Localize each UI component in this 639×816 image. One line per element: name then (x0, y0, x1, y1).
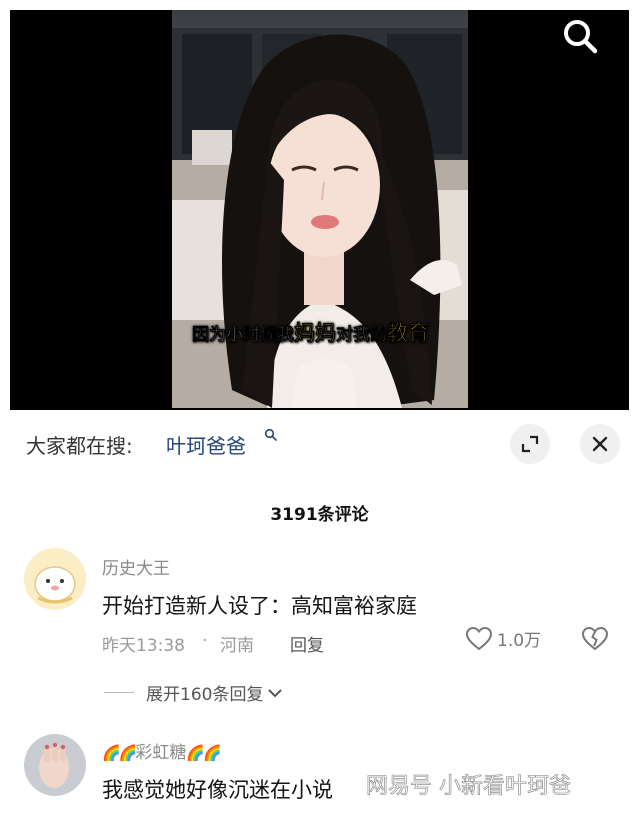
expand-replies-button[interactable]: 展开160条回复 (104, 680, 283, 705)
rainbow-emoji: 🌈🌈 (186, 744, 221, 762)
close-button[interactable] (580, 424, 620, 464)
dislike-button[interactable] (581, 626, 609, 655)
comment-location: 河南 (220, 636, 254, 656)
meta-separator: · (202, 631, 208, 651)
video-scene-illustration (172, 28, 468, 408)
comment-username[interactable]: 🌈🌈彩虹糖🌈🌈 (102, 738, 222, 763)
search-prefix-label: 大家都在搜: (26, 434, 133, 458)
search-suggestion-link[interactable]: 叶珂爸爸 (166, 430, 246, 459)
comment-text: 开始打造新人设了：高知富裕家庭 (102, 594, 417, 618)
avatar-image (24, 734, 86, 796)
video-player[interactable]: 因为小时候我妈妈对我的教育 (0, 0, 639, 410)
chevron-down-icon (268, 688, 283, 697)
subtitle-segment: 对我的 (336, 325, 388, 346)
search-suggestion-bar: 大家都在搜: 叶珂爸爸 (0, 418, 639, 472)
reply-button[interactable]: 回复 (290, 631, 324, 656)
video-frame[interactable] (172, 10, 468, 408)
broken-heart-icon (581, 626, 609, 651)
subtitle-highlight: 教育 (387, 321, 430, 346)
fullscreen-expand-icon (521, 435, 539, 453)
avatar-image (24, 548, 86, 610)
avatar[interactable] (24, 548, 86, 610)
avatar[interactable] (24, 734, 86, 796)
subtitle-highlight: 妈妈 (294, 321, 337, 346)
heart-outline-icon (466, 626, 492, 650)
expand-button[interactable] (510, 424, 550, 464)
comment-username[interactable]: 历史大王 (102, 554, 170, 579)
video-subtitle: 因为小时候我妈妈对我的教育 (186, 318, 435, 348)
comment-username-text: 彩虹糖 (135, 743, 187, 763)
rainbow-emoji: 🌈🌈 (102, 744, 137, 762)
like-count: 1.0万 (497, 631, 542, 651)
comment-time: 昨天13:38 (102, 636, 185, 656)
watermark-text: 网易号 小新看叶珂爸 (366, 774, 572, 800)
comment-text: 我感觉她好像沉迷在小说 (102, 778, 333, 802)
expand-replies-label: 展开160条回复 (146, 685, 264, 705)
close-icon (592, 436, 608, 452)
expand-divider-line (104, 692, 134, 693)
comment-count-header: 3191条评论 (270, 505, 369, 525)
small-search-icon (264, 428, 277, 441)
search-icon[interactable] (560, 16, 600, 56)
like-button[interactable]: 1.0万 (466, 626, 541, 651)
subtitle-segment: 因为小时候我 (192, 325, 295, 346)
